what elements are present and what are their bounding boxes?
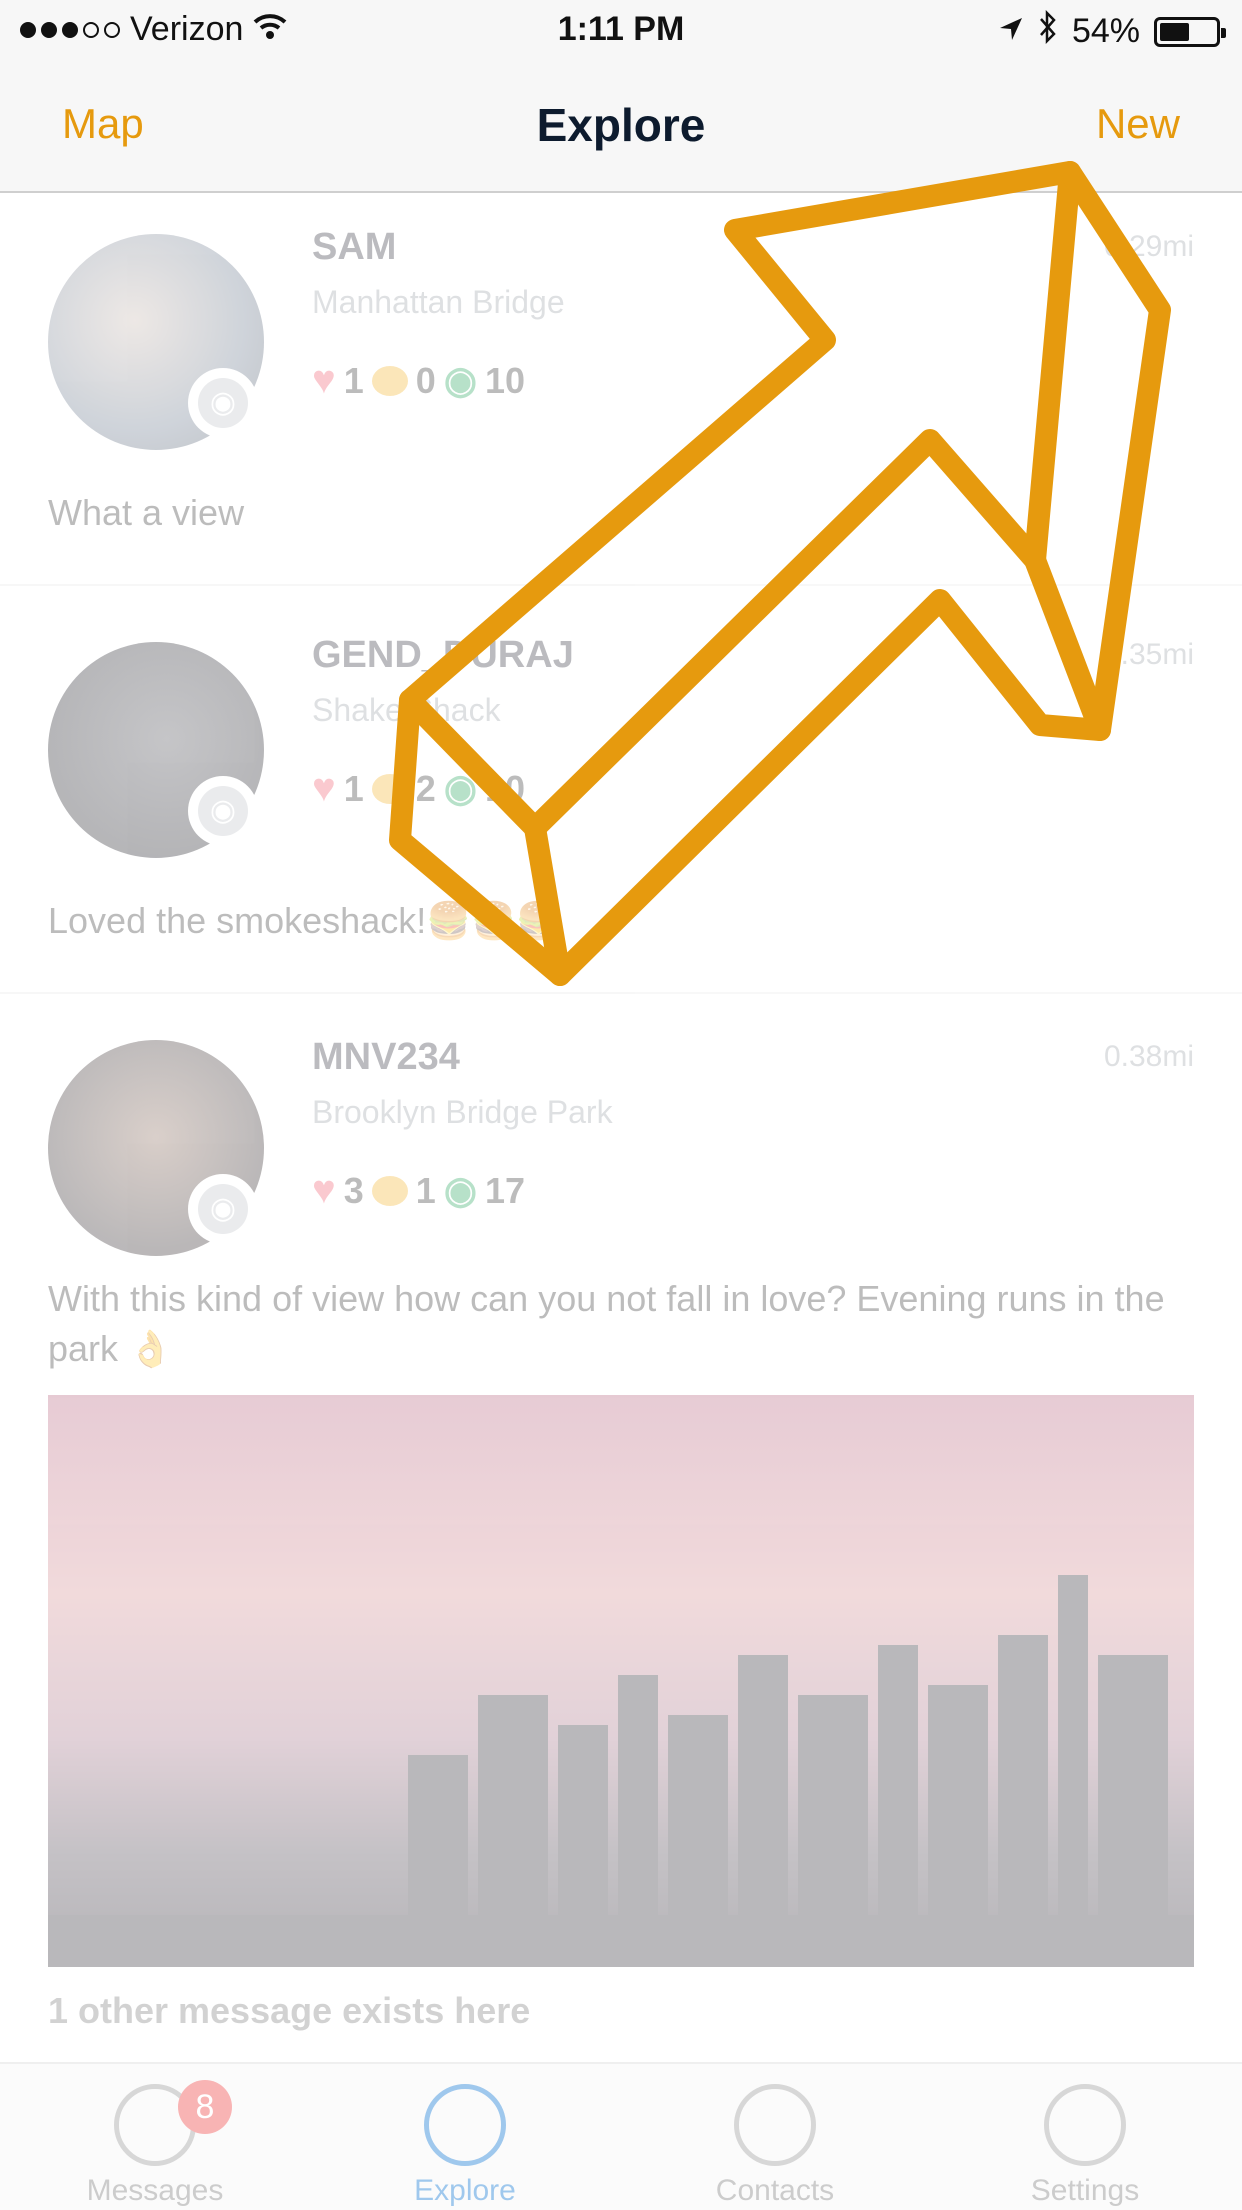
tab-explore[interactable]: Explore — [310, 2084, 620, 2208]
post-stats: ♥ 1 0 ◉ 10 — [312, 358, 525, 403]
eye-icon: ◉ — [443, 1170, 477, 1212]
view-count: 17 — [484, 1169, 526, 1211]
broadcast-icon: ◉ — [198, 786, 248, 836]
post-username[interactable]: MNV234 — [312, 1036, 460, 1079]
post-location: Manhattan Bridge — [312, 284, 565, 320]
post-distance: 0.29mi — [1103, 230, 1194, 263]
tab-label: Messages — [86, 2174, 224, 2207]
tab-label: Explore — [414, 2174, 516, 2207]
comment-icon[interactable] — [371, 773, 408, 804]
bluetooth-icon — [1038, 9, 1058, 53]
other-messages-label[interactable]: 1 other message exists here — [48, 1990, 530, 2032]
post-username[interactable]: GEND_DURAJ — [312, 634, 574, 677]
comment-count: 1 — [415, 1169, 436, 1211]
view-count: 10 — [484, 359, 526, 401]
new-button[interactable]: New — [1096, 100, 1180, 148]
eye-icon: ◉ — [443, 360, 477, 402]
heart-icon[interactable]: ♥ — [312, 766, 336, 811]
post-distance: 0.35mi — [1103, 638, 1194, 671]
skyline-silhouette — [48, 1575, 1194, 1967]
page-title: Explore — [536, 99, 706, 151]
post-text: What a view — [48, 492, 245, 533]
post-stats: ♥ 1 2 ◉ 10 — [312, 766, 525, 811]
status-right: 54% — [998, 9, 1226, 53]
post-location: Shake Shack — [312, 692, 501, 728]
post-text: With this kind of view how can you not f… — [48, 1278, 1165, 1369]
unread-badge: 8 — [178, 2080, 232, 2134]
feed-post[interactable]: ◉ GEND_DURAJ Shake Shack 0.35mi ♥ 1 2 ◉ … — [0, 584, 1242, 994]
tab-settings[interactable]: Settings — [930, 2084, 1240, 2208]
feed-post[interactable]: ◉ SAM Manhattan Bridge 0.29mi ♥ 1 0 ◉ 10… — [0, 192, 1242, 586]
contacts-icon — [734, 2084, 816, 2166]
eye-icon: ◉ — [443, 768, 477, 810]
broadcast-icon: ◉ — [198, 378, 248, 428]
tab-contacts[interactable]: Contacts — [620, 2084, 930, 2208]
view-count: 10 — [484, 767, 526, 809]
tab-label: Contacts — [715, 2174, 835, 2207]
broadcast-badge: ◉ — [188, 1174, 258, 1244]
like-count: 1 — [343, 359, 364, 401]
post-distance: 0.38mi — [1103, 1040, 1194, 1073]
comment-count: 2 — [415, 767, 436, 809]
compass-icon — [424, 2084, 506, 2166]
explore-feed[interactable]: ◉ SAM Manhattan Bridge 0.29mi ♥ 1 0 ◉ 10… — [0, 192, 1242, 2062]
tab-bar: 8 Messages Explore Contacts Settings — [0, 2062, 1242, 2210]
comment-icon[interactable] — [371, 1175, 408, 1206]
post-username[interactable]: SAM — [312, 226, 396, 269]
broadcast-badge: ◉ — [188, 776, 258, 846]
comment-icon[interactable] — [371, 365, 408, 396]
gear-icon — [1044, 2084, 1126, 2166]
comment-count: 0 — [415, 359, 436, 401]
battery-icon — [1154, 16, 1226, 47]
broadcast-badge: ◉ — [188, 368, 258, 438]
location-arrow-icon — [998, 12, 1024, 51]
status-bar: Verizon 1:11 PM 54% — [0, 0, 1242, 62]
broadcast-icon: ◉ — [198, 1184, 248, 1234]
tab-messages[interactable]: 8 Messages — [0, 2080, 310, 2208]
battery-percent: 54% — [1071, 12, 1140, 50]
heart-icon[interactable]: ♥ — [312, 358, 336, 403]
post-text: Loved the smokeshack!🍔🍔🍔 — [48, 900, 561, 941]
tab-label: Settings — [1030, 2174, 1140, 2207]
navigation-bar: Map Explore New — [0, 62, 1242, 193]
post-stats: ♥ 3 1 ◉ 17 — [312, 1168, 525, 1213]
post-location: Brooklyn Bridge Park — [312, 1094, 613, 1130]
like-count: 1 — [343, 767, 364, 809]
like-count: 3 — [343, 1169, 364, 1211]
heart-icon[interactable]: ♥ — [312, 1168, 336, 1213]
